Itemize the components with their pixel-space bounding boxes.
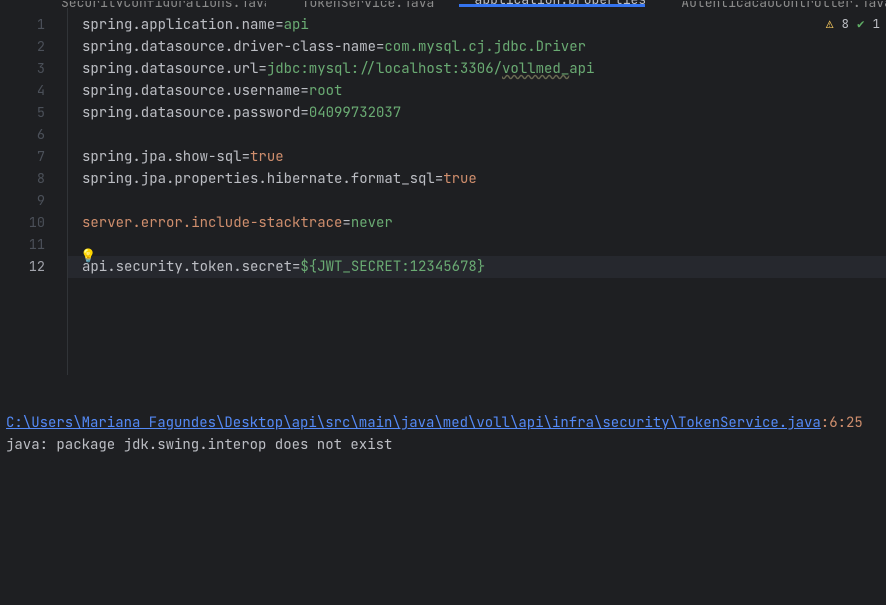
tab-application-properties[interactable]: application.properties <box>459 0 646 7</box>
code-line-current: api.security.token.secret=${JWT_SECRET:1… <box>68 256 886 278</box>
code-line: server.error.include-stacktrace=never <box>82 212 886 234</box>
code-line <box>82 190 886 212</box>
code-editor[interactable]: 💡 spring.application.name=api spring.dat… <box>68 8 886 375</box>
tab-label: application.properties <box>475 0 646 7</box>
inspections-widget[interactable]: ⚠ 8 ✔ 1 <box>826 15 880 32</box>
line-number: 6 <box>0 124 45 146</box>
line-number: 5 <box>0 102 45 124</box>
tab-label: SecurityConfigurations.java <box>61 1 266 7</box>
line-number: 11 <box>0 234 45 256</box>
line-number: 10 <box>0 212 45 234</box>
error-message: java: package jdk.swing.interop does not… <box>6 434 880 456</box>
build-output-panel[interactable]: C:\Users\Mariana Fagundes\Desktop\api\sr… <box>0 375 886 594</box>
line-number: 3 <box>0 58 45 80</box>
tab-token-service[interactable]: TokenService.java <box>286 1 439 7</box>
line-gutter[interactable]: 1 2 3 4 5 6 7 8 9 10 11 12 <box>0 8 68 375</box>
code-line: spring.datasource.driver-class-name=com.… <box>82 36 886 58</box>
tab-security-configurations[interactable]: SecurityConfigurations.java <box>45 1 266 7</box>
line-number: 8 <box>0 168 45 190</box>
warning-count: 8 <box>841 15 849 32</box>
warning-icon: ⚠ <box>826 15 834 32</box>
file-link[interactable]: C:\Users\Mariana Fagundes\Desktop\api\sr… <box>6 414 821 432</box>
line-col: :6:25 <box>821 414 863 432</box>
line-number: 1 <box>0 14 45 36</box>
tab-label: AutenticacaoController.java <box>681 1 886 7</box>
code-line: spring.jpa.properties.hibernate.format_s… <box>82 168 886 190</box>
tab-label: TokenService.java <box>302 1 435 7</box>
line-number: 12 <box>0 256 45 278</box>
ok-icon: ✔ <box>857 15 865 32</box>
code-line: spring.datasource.url=jdbc:mysql://local… <box>82 58 886 80</box>
code-line: spring.datasource.username=root <box>82 80 886 102</box>
line-number: 9 <box>0 190 45 212</box>
editor-tabs: SecurityConfigurations.java TokenService… <box>0 0 886 8</box>
error-location[interactable]: C:\Users\Mariana Fagundes\Desktop\api\sr… <box>6 412 880 434</box>
line-number: 7 <box>0 146 45 168</box>
code-line: spring.application.name=api <box>82 14 886 36</box>
code-line: spring.datasource.password=04099732037 <box>82 102 886 124</box>
code-line: spring.jpa.show-sql=true <box>82 146 886 168</box>
code-line <box>82 234 886 256</box>
ok-count: 1 <box>872 15 880 32</box>
intention-bulb-icon[interactable]: 💡 <box>80 247 96 264</box>
code-line <box>82 124 886 146</box>
tab-autenticacao-controller[interactable]: AutenticacaoController.java <box>665 1 886 7</box>
line-number: 4 <box>0 80 45 102</box>
line-number: 2 <box>0 36 45 58</box>
